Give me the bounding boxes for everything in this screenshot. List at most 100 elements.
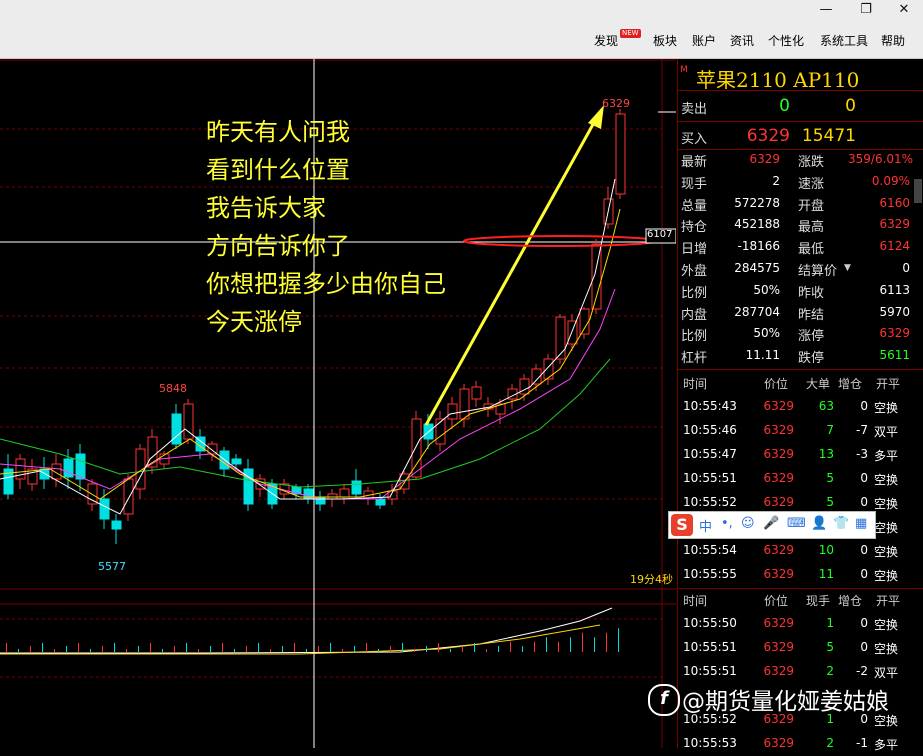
high-price-label: 5848 [159,382,187,395]
stat-value: 6329 [749,152,780,166]
ime-toolbar[interactable]: S 中 •, ☺ 🎤 ⌨ 👤 👕 ▦ [668,511,876,539]
volume-bar [462,646,463,652]
chevron-down-icon[interactable]: ▼ [844,263,851,273]
tick-cell-k: 空换 [874,521,899,535]
market-marker: M [680,65,688,75]
tick-row[interactable]: 10:55:47 6329 13 -3 多平 [678,443,923,467]
ime-microphone-icon[interactable]: 🎤 [763,516,779,531]
tick-row[interactable]: 10:55:55 6329 11 0 空换 [678,563,923,587]
stat-label: 比例 [681,285,708,301]
ime-logo-icon[interactable]: S [671,514,693,536]
ime-language-toggle[interactable]: 中 [699,516,712,535]
buy-label: 买入 [681,132,708,147]
tick-row[interactable]: 10:55:50 6329 1 0 空换 [678,612,923,636]
tick-cell-k: 空换 [874,618,899,632]
tick-header: 时间 价位 现手 增仓 开平 [678,588,923,612]
tick-row[interactable]: 10:55:53 6329 2 -1 多平 [678,732,923,756]
volume-bar [90,649,91,652]
stat-label: 涨跌 [798,155,825,170]
tick-cell-v: 63 [818,399,834,413]
tick-cell-v: 1 [826,616,834,630]
ime-keyboard-icon[interactable]: ⌨ [787,516,806,531]
tick-row[interactable]: 10:55:51 6329 5 0 空换 [678,636,923,660]
panel-scrollbar[interactable] [914,179,922,203]
menu-item-personalize[interactable]: 个性化 [768,32,804,49]
volume-bar [390,646,391,652]
annotation-line-4: 方向告诉你了 [206,232,350,260]
menu-item-system-tools[interactable]: 系统工具 [820,32,868,49]
tick-cell-k: 空换 [874,569,899,583]
candle [63,458,74,478]
volume-bar [378,649,379,652]
menu-item-sectors[interactable]: 板块 [653,32,677,49]
volume-bar [570,637,571,652]
tick-cell-t: 10:55:55 [683,567,737,581]
stat-label: 跌停 [798,351,825,367]
minimize-button[interactable]: — [812,2,840,17]
ma60-line [0,358,611,488]
volume-bar [534,641,535,652]
title-bar: — ❐ ✕ NEW 发现 板块 账户 资讯 个性化 系统工具 帮助 [0,0,923,59]
volume-bar [366,643,367,652]
volume-bar [618,628,619,652]
ime-skin-icon[interactable]: 👕 [833,516,849,531]
stat-value: 50% [753,326,780,341]
tick-cell-p: 6329 [763,543,794,557]
menu-item-news[interactable]: 资讯 [730,32,754,49]
tick-cell-t: 10:55:50 [683,616,737,630]
volume-bar [162,649,163,652]
volume-bar [582,632,583,652]
ime-user-icon[interactable]: 👤 [811,516,827,531]
tick-cell-p: 6329 [763,640,794,654]
tick-row[interactable]: 10:55:43 6329 63 0 空换 [678,395,923,419]
stat-label: 持仓 [681,220,708,236]
stat-value: 572278 [734,195,780,210]
stat-label: 最高 [798,220,825,236]
volume-bar [438,643,439,652]
tick-cell-v: 5 [826,640,834,654]
ime-emoji-icon[interactable]: ☺ [741,516,755,531]
tick-cell-d: 0 [860,399,868,413]
volume-bar [246,646,247,652]
menu-item-discover[interactable]: 发现 [594,32,618,49]
volume-bar [498,646,499,652]
kline-chart-area[interactable]: 昨天有人问我 看到什么位置 我告诉大家 方向告诉你了 你想把握多少由你自己 今天… [0,59,676,748]
tick-row[interactable]: 10:55:46 6329 7 -7 双平 [678,419,923,443]
stat-value: 5611 [879,348,910,363]
buy-price: 6329 [746,126,790,146]
candle [543,358,554,380]
candle [339,488,350,498]
tick-cell-k: 多平 [874,738,899,752]
stat-label: 昨收 [798,285,825,301]
stat-value: -18166 [737,239,780,254]
tick-column-header: 时间 [683,594,708,608]
tick-column-header: 时间 [683,377,708,391]
tick-cell-t: 10:55:43 [683,399,737,413]
tick-cell-k: 空换 [874,497,899,511]
menu-item-account[interactable]: 账户 [692,32,716,49]
volume-bar [486,649,487,652]
volume-bar [78,643,79,652]
tick-cell-p: 6329 [763,447,794,461]
ime-toolbox-icon[interactable]: ▦ [855,516,867,531]
tick-cell-t: 10:55:51 [683,471,737,485]
tick-cell-k: 空换 [874,473,899,487]
volume-bar [30,646,31,652]
tick-cell-d: -2 [856,664,868,678]
tick-cell-t: 10:55:52 [683,495,737,509]
volume-bar [426,646,427,652]
quote-panel: M 苹果2110 AP110 卖出 0 0 买入 6329 15471 最新 63… [677,59,923,752]
tick-row[interactable]: 10:55:54 6329 10 0 空换 [678,539,923,563]
menu-item-help[interactable]: 帮助 [881,32,905,49]
stat-label[interactable]: 结算价 [798,260,837,279]
tick-cell-d: -7 [856,423,868,437]
restore-button[interactable]: ❐ [852,2,880,17]
volume-bar [198,649,199,652]
tick-cell-d: -3 [856,447,868,461]
tick-cell-v: 2 [826,664,834,678]
tick-row[interactable]: 10:55:51 6329 5 0 空换 [678,467,923,491]
close-button[interactable]: ✕ [890,2,918,17]
tick-column-header: 大单 [806,377,831,391]
ime-punctuation-icon[interactable]: •, [721,516,733,531]
stat-value: 452188 [734,217,780,232]
